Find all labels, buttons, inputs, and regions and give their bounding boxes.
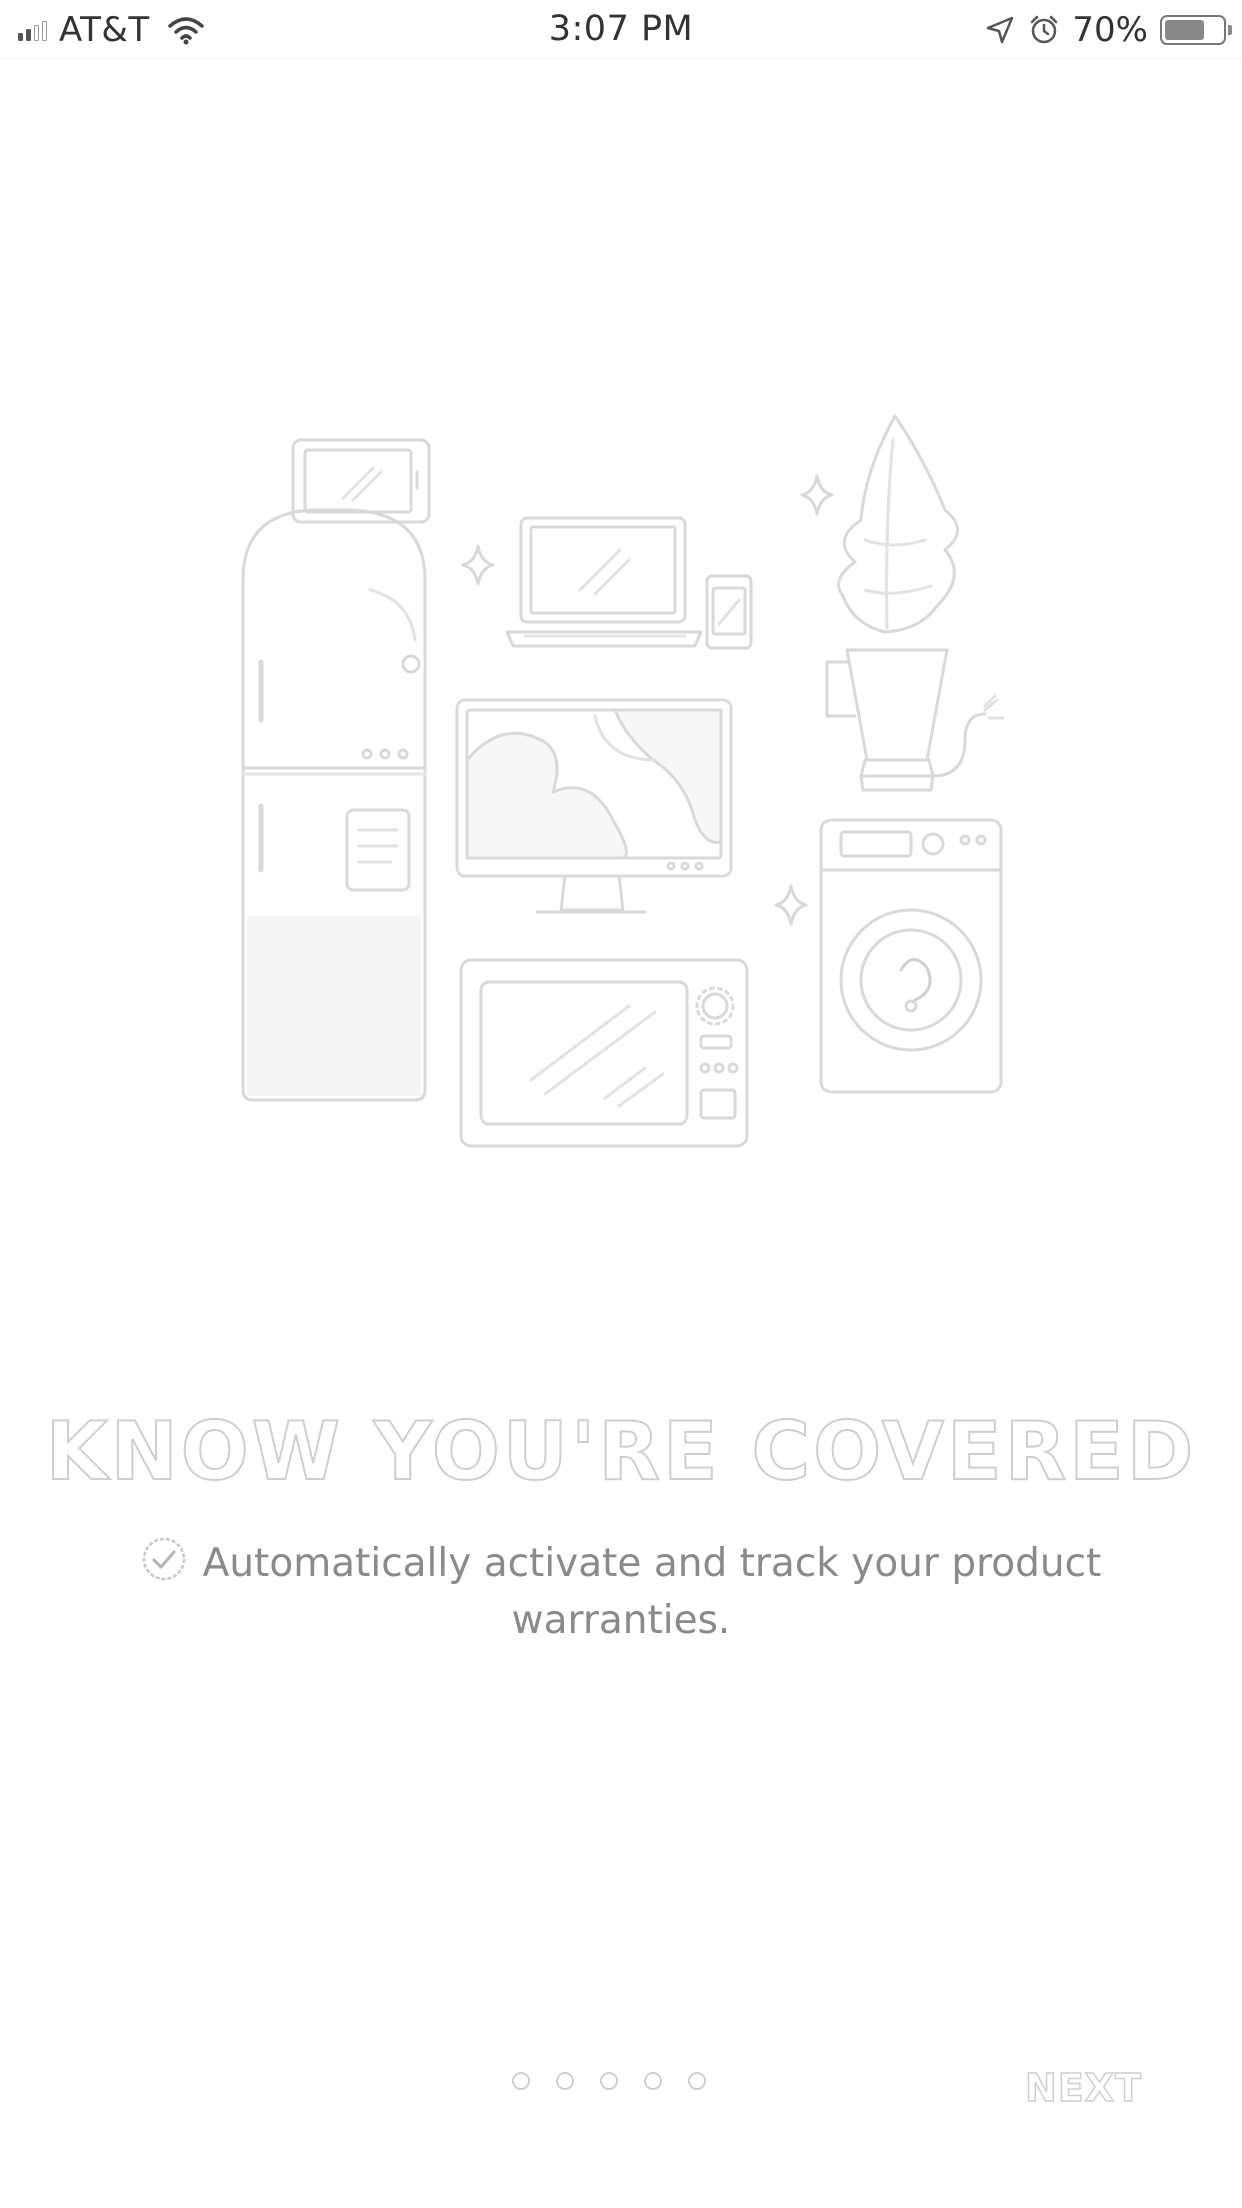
status-bar: AT&T 3:07 PM 70% (0, 0, 1242, 59)
battery-percent: 70% (1072, 10, 1148, 50)
laptop-icon (505, 516, 703, 648)
blender-icon (825, 414, 1005, 792)
page-dot[interactable] (688, 2072, 706, 2090)
check-circle-icon (142, 1537, 185, 1581)
microwave-icon (459, 958, 749, 1148)
location-arrow-icon (987, 16, 1014, 44)
onboarding-headline: KNOW YOU'RE COVERED (45, 1404, 1197, 1499)
alarm-clock-icon (1031, 15, 1058, 44)
home-electronics-illustration (241, 414, 1005, 1148)
onboarding-screen: AT&T 3:07 PM 70% KNOW YOU'RE COVERED Aut… (0, 0, 1242, 2208)
page-dot[interactable] (600, 2072, 618, 2090)
monitor-icon (455, 698, 733, 914)
refrigerator-icon (241, 508, 427, 1102)
washing-machine-icon (819, 818, 1003, 1094)
battery-icon (1160, 15, 1232, 45)
feature-text: Automatically activate and track your pr… (202, 1541, 1102, 1643)
page-dot[interactable] (556, 2072, 574, 2090)
page-indicator (512, 2072, 706, 2090)
page-dot[interactable] (644, 2072, 662, 2090)
page-dot[interactable] (512, 2072, 530, 2090)
next-button[interactable]: NEXT (1024, 2065, 1142, 2111)
phone-icon (705, 574, 753, 650)
feature-description: Automatically activate and track your pr… (0, 1535, 1242, 1649)
status-right: 70% (984, 10, 1232, 50)
